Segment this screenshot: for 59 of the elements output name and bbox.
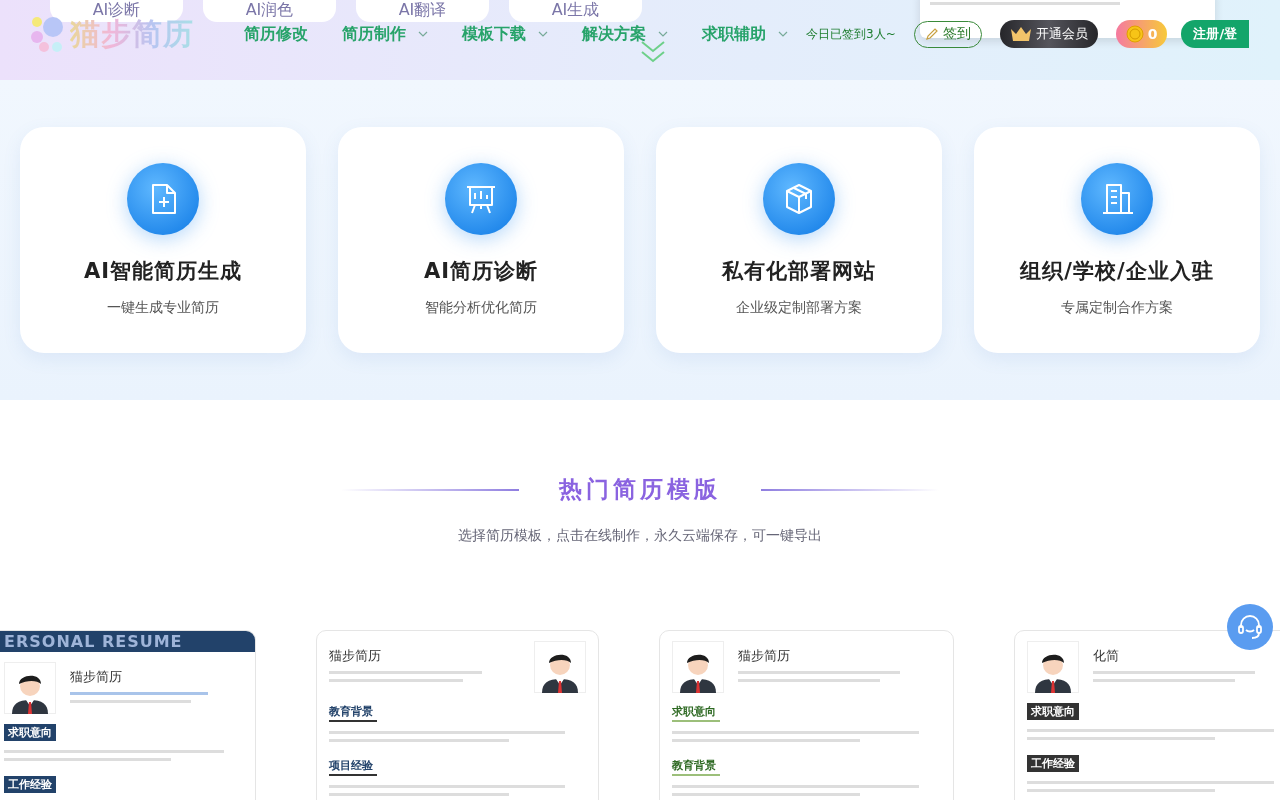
nav-link[interactable]: 模板下载: [462, 23, 548, 45]
crown-icon: [1009, 26, 1032, 42]
feature-title: AI智能简历生成: [83, 258, 243, 285]
feature-title: AI简历诊断: [423, 258, 539, 285]
feature-title: 私有化部署网站: [722, 258, 876, 285]
resume-template-card[interactable]: ERSONAL RESUME 猫步简历 求职意向 工作经验: [0, 630, 256, 800]
section-title: 热门简历模版: [559, 475, 721, 504]
section-subtitle: 选择简历模板，点击在线制作，永久云端保存，可一键导出: [457, 527, 823, 545]
resume-template-card[interactable]: 猫步简历 教育背景 项目经验: [316, 630, 599, 800]
feature-subtitle: 专属定制合作方案: [1061, 299, 1173, 317]
resume-banner: ERSONAL RESUME: [0, 631, 255, 652]
document-plus-icon: [127, 163, 199, 235]
resume-name: 猫步简历: [738, 647, 791, 665]
resume-section-heading: 项目经验: [329, 757, 377, 776]
feature-card[interactable]: AI智能简历生成 一键生成专业简历: [20, 127, 306, 353]
pencil-icon: [924, 27, 939, 41]
resume-section-heading: 教育背景: [329, 703, 377, 722]
resume-name: 猫步简历: [329, 647, 382, 665]
ai-tab[interactable]: AI生成: [509, 0, 642, 22]
checkin-count: 今日已签到3人~: [806, 25, 896, 43]
resume-section-heading: 求职意向: [4, 724, 56, 741]
nav-link[interactable]: 简历制作: [342, 23, 428, 45]
ai-tab[interactable]: AI润色: [203, 0, 336, 22]
resume-template-card[interactable]: 化简 求职意向 工作经验: [1014, 630, 1280, 800]
caret-icon: [778, 31, 788, 37]
avatar-icon: [672, 641, 724, 693]
feature-card[interactable]: AI简历诊断 智能分析优化简历: [338, 127, 624, 353]
resume-section-heading: 教育背景: [672, 757, 720, 776]
resume-name: 猫步简历: [70, 668, 123, 686]
caret-icon: [538, 31, 548, 37]
feature-card[interactable]: 组织/学校/企业入驻 专属定制合作方案: [974, 127, 1260, 353]
resume-section-heading: 求职意向: [672, 703, 720, 722]
avatar-icon: [534, 641, 586, 693]
ai-tab[interactable]: AI翻译: [356, 0, 489, 22]
building-icon: [1081, 163, 1153, 235]
feature-card[interactable]: 私有化部署网站 企业级定制部署方案: [656, 127, 942, 353]
resume-name: 化简: [1093, 647, 1120, 665]
resume-section-heading: 工作经验: [1027, 755, 1079, 772]
presentation-board-icon: [445, 163, 517, 235]
coin-icon: [1125, 25, 1144, 43]
caret-icon: [658, 31, 668, 37]
nav-link[interactable]: 简历修改: [244, 23, 308, 45]
box-icon: [763, 163, 835, 235]
resume-section-heading: 工作经验: [4, 776, 56, 793]
resume-section-heading: 求职意向: [1027, 703, 1079, 720]
caret-icon: [418, 31, 428, 37]
feature-subtitle: 一键生成专业简历: [107, 299, 219, 317]
avatar-icon: [1027, 641, 1079, 693]
nav-link[interactable]: 求职辅助: [702, 23, 788, 45]
feature-subtitle: 企业级定制部署方案: [736, 299, 862, 317]
register-button[interactable]: 注册/登: [1181, 20, 1250, 48]
feature-subtitle: 智能分析优化简历: [425, 299, 537, 317]
vip-button[interactable]: 开通会员: [999, 20, 1098, 48]
avatar-icon: [4, 662, 56, 714]
resume-template-card[interactable]: 猫步简历 求职意向 教育背景: [659, 630, 954, 800]
customer-service-icon[interactable]: [1227, 604, 1273, 650]
double-chevron-icon[interactable]: [640, 40, 666, 64]
nav-link[interactable]: 解决方案: [582, 23, 668, 45]
feature-title: 组织/学校/企业入驻: [1020, 258, 1214, 285]
